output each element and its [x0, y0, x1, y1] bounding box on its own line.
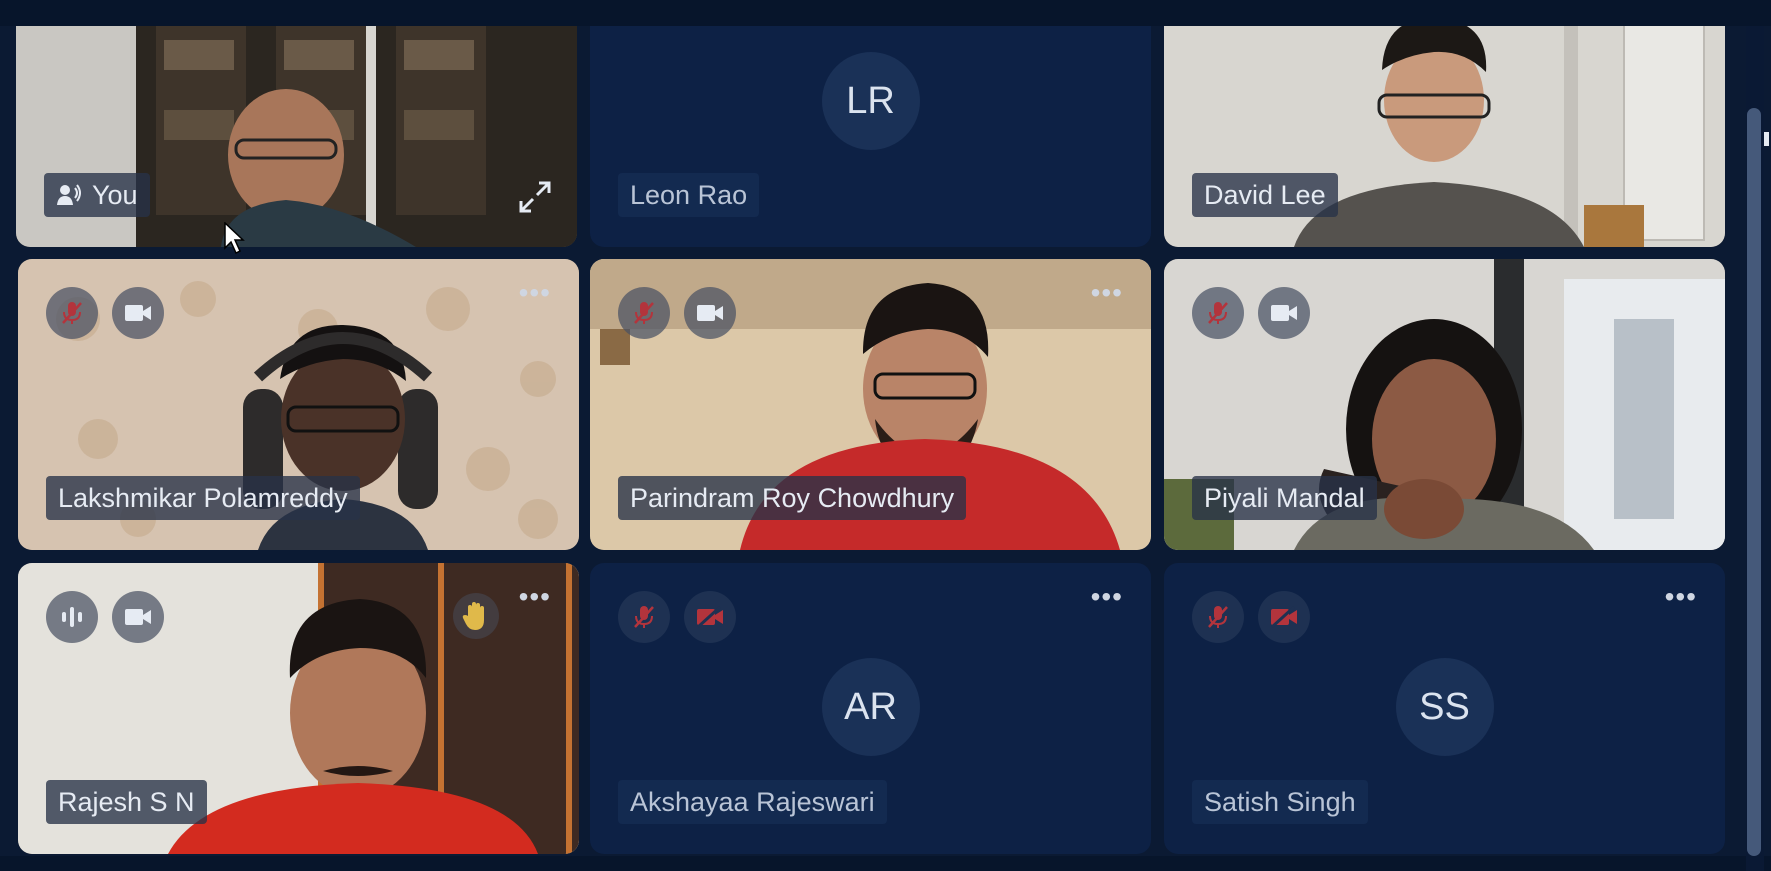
participant-name-tag: Parindram Roy Chowdhury	[618, 476, 967, 520]
participant-name-tag: Lakshmikar Polamreddy	[46, 476, 360, 520]
participant-name-tag: Rajesh S N	[46, 780, 207, 824]
avatar: AR	[821, 658, 920, 756]
camera-icon[interactable]	[1258, 287, 1310, 339]
participant-tile-david-lee[interactable]: David Lee	[1164, 0, 1725, 247]
expand-icon[interactable]	[515, 177, 555, 217]
scrollbar-thumb[interactable]	[1747, 108, 1761, 856]
participant-grid: You LR Leon Rao David Lee ••• Lakshmikar…	[0, 0, 1771, 871]
participant-tile-satish[interactable]: ••• SS Satish Singh	[1164, 563, 1725, 854]
media-controls	[618, 287, 736, 339]
participant-tile-lakshmikar[interactable]: ••• Lakshmikar Polamreddy	[18, 259, 579, 550]
scroll-indicator-icon	[1764, 132, 1769, 146]
participant-name-tag: You	[44, 173, 150, 217]
avatar: SS	[1395, 658, 1494, 756]
camera-icon[interactable]	[112, 591, 164, 643]
speaking-person-icon	[57, 184, 81, 205]
raised-hand-icon	[453, 593, 499, 639]
avatar: LR	[821, 52, 920, 150]
more-options-icon[interactable]: •••	[519, 279, 551, 307]
participant-tile-akshayaa[interactable]: ••• AR Akshayaa Rajeswari	[590, 563, 1151, 854]
participant-tile-leon-rao[interactable]: LR Leon Rao	[590, 0, 1151, 247]
mic-muted-icon[interactable]	[46, 287, 98, 339]
participant-name-tag: Akshayaa Rajeswari	[618, 780, 887, 824]
participant-name-tag: Satish Singh	[1192, 780, 1368, 824]
more-options-icon[interactable]: •••	[1665, 583, 1697, 611]
participant-name-tag: Piyali Mandal	[1192, 476, 1377, 520]
media-controls	[1192, 591, 1310, 643]
mic-muted-icon[interactable]	[618, 287, 670, 339]
camera-off-icon[interactable]	[684, 591, 736, 643]
participant-name-tag: Leon Rao	[618, 173, 760, 217]
participant-name: You	[92, 179, 138, 210]
media-controls	[46, 287, 164, 339]
media-controls	[618, 591, 736, 643]
camera-icon[interactable]	[684, 287, 736, 339]
mouse-cursor-icon	[224, 222, 245, 255]
more-options-icon[interactable]: •••	[519, 583, 551, 611]
mic-muted-icon[interactable]	[1192, 591, 1244, 643]
more-options-icon[interactable]: •••	[1091, 583, 1123, 611]
media-controls	[1192, 287, 1310, 339]
participant-tile-rajesh[interactable]: ••• Rajesh S N	[18, 563, 579, 854]
top-bar-overlay	[0, 0, 1771, 26]
mic-muted-icon[interactable]	[618, 591, 670, 643]
camera-off-icon[interactable]	[1258, 591, 1310, 643]
mic-muted-icon[interactable]	[1192, 287, 1244, 339]
participant-name-tag: David Lee	[1192, 173, 1338, 217]
media-controls	[46, 591, 164, 643]
bottom-bar	[0, 856, 1771, 871]
participant-tile-piyali[interactable]: Piyali Mandal	[1164, 259, 1725, 550]
participant-tile-you[interactable]: You	[16, 0, 577, 247]
camera-icon[interactable]	[112, 287, 164, 339]
more-options-icon[interactable]: •••	[1091, 279, 1123, 307]
participant-tile-parindram[interactable]: ••• Parindram Roy Chowdhury	[590, 259, 1151, 550]
audio-level-icon[interactable]	[46, 591, 98, 643]
